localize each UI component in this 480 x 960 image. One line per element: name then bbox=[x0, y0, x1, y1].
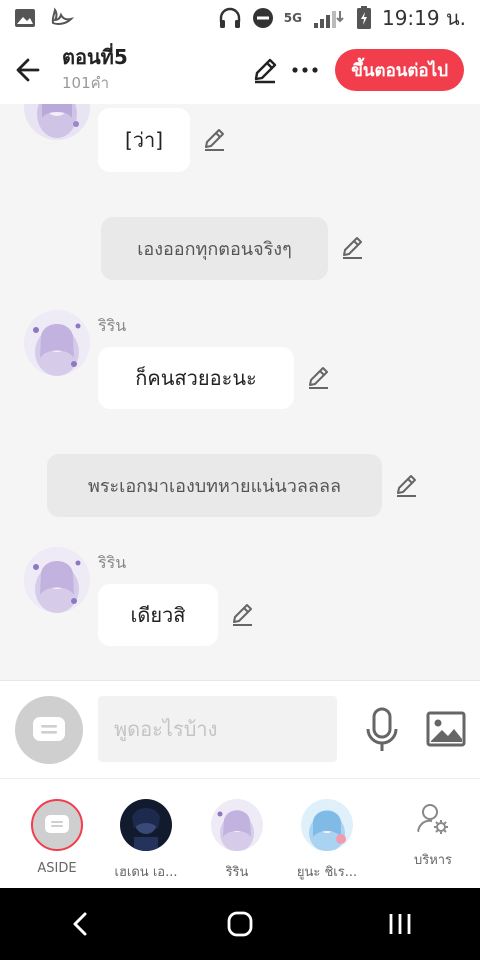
avatar-image bbox=[24, 310, 90, 376]
avatar-image bbox=[120, 799, 172, 851]
character-name: ASIDE bbox=[37, 861, 77, 876]
headphones-icon bbox=[219, 7, 240, 28]
sender-name: ริริน bbox=[98, 316, 127, 335]
character-yuna[interactable]: ยูนะ ชิเร... bbox=[282, 799, 372, 882]
edit-message-icon[interactable] bbox=[202, 126, 228, 152]
nav-back-button[interactable] bbox=[40, 894, 120, 954]
aside-toggle-button[interactable] bbox=[15, 696, 83, 764]
network-type: 5G bbox=[283, 11, 302, 25]
avatar-image bbox=[211, 799, 263, 851]
message-text: เดียวสิ bbox=[130, 603, 186, 627]
image-icon[interactable] bbox=[426, 711, 466, 747]
battery-icon bbox=[356, 6, 371, 29]
aside-text: พระเอกมาเองบทหายแน่นวลลลล bbox=[87, 476, 342, 497]
more-options-button[interactable] bbox=[285, 50, 325, 90]
do-not-disturb-icon bbox=[252, 8, 273, 28]
gallery-icon bbox=[15, 9, 35, 27]
aside-avatar bbox=[31, 799, 83, 851]
aside-icon bbox=[33, 717, 65, 741]
nav-recents-button[interactable] bbox=[360, 894, 440, 954]
message-bubble[interactable]: เดียวสิ bbox=[98, 584, 218, 646]
character-name: เฮเดน เอ... bbox=[114, 865, 178, 880]
character-aside[interactable]: ASIDE bbox=[12, 799, 102, 876]
chat-area[interactable]: [ว่า] เองออกทุกตอนจริงๆ ริริน ก็คนสวยอะน… bbox=[0, 104, 480, 680]
avatar-image bbox=[24, 104, 90, 140]
home-circle-icon bbox=[227, 911, 253, 937]
chevron-left-icon bbox=[73, 912, 87, 936]
manage-characters-button[interactable]: บริหาร bbox=[388, 799, 478, 870]
avatar-image bbox=[301, 799, 353, 851]
avatar[interactable] bbox=[24, 310, 90, 376]
message-bubble[interactable]: [ว่า] bbox=[98, 108, 190, 172]
message-text: ก็คนสวยอะนะ bbox=[135, 366, 257, 390]
aside-text: เองออกทุกตอนจริงๆ bbox=[137, 239, 292, 260]
aside-bubble[interactable]: เองออกทุกตอนจริงๆ bbox=[101, 217, 328, 280]
nav-home-button[interactable] bbox=[200, 894, 280, 954]
avatar bbox=[211, 799, 263, 851]
message-input[interactable] bbox=[98, 696, 337, 762]
character-haden[interactable]: เฮเดน เอ... bbox=[101, 799, 191, 882]
character-bar: ASIDE เฮเดน เอ... ริริน ยูนะ ชิเร... บริ… bbox=[0, 778, 480, 888]
message-text: [ว่า] bbox=[124, 128, 164, 152]
title-block: ตอนที่5 101คำ bbox=[56, 45, 245, 95]
avatar-image bbox=[24, 547, 90, 613]
edit-title-button[interactable] bbox=[245, 50, 285, 90]
aside-bubble[interactable]: พระเอกมาเองบทหายแน่นวลลลล bbox=[47, 454, 382, 517]
avatar bbox=[301, 799, 353, 851]
header: ตอนที่5 101คำ ขึ้นตอนต่อไป bbox=[0, 36, 480, 104]
edit-message-icon[interactable] bbox=[340, 234, 366, 260]
more-horizontal-icon bbox=[292, 67, 318, 73]
avatar bbox=[120, 799, 172, 851]
microphone-icon[interactable] bbox=[362, 707, 402, 753]
clock: 19:19 น. bbox=[381, 6, 466, 30]
bird-app-icon bbox=[51, 7, 74, 25]
word-count: 101คำ bbox=[62, 74, 110, 92]
manage-icon-wrap bbox=[413, 799, 453, 839]
edit-message-icon[interactable] bbox=[306, 364, 332, 390]
character-name: ริริน bbox=[225, 865, 249, 880]
avatar[interactable] bbox=[24, 547, 90, 613]
aside-icon bbox=[45, 815, 69, 833]
manage-characters-icon bbox=[417, 804, 448, 834]
input-bar bbox=[0, 680, 480, 778]
status-bar: 5G 19:19 น. bbox=[0, 0, 480, 36]
avatar[interactable] bbox=[24, 104, 90, 140]
arrow-left-icon bbox=[16, 58, 40, 82]
message-bubble[interactable]: ก็คนสวยอะนะ bbox=[98, 347, 294, 409]
episode-title: ตอนที่5 bbox=[62, 45, 128, 69]
recents-icon bbox=[389, 914, 411, 934]
edit-message-icon[interactable] bbox=[394, 472, 420, 498]
back-button[interactable] bbox=[0, 36, 56, 104]
character-name: บริหาร bbox=[413, 853, 453, 868]
edit-message-icon[interactable] bbox=[230, 601, 256, 627]
system-nav-bar bbox=[0, 888, 480, 960]
character-name: ยูนะ ชิเร... bbox=[296, 865, 358, 880]
next-episode-button[interactable]: ขึ้นตอนต่อไป bbox=[335, 49, 464, 91]
sender-name: ริริน bbox=[98, 553, 127, 572]
character-ririn[interactable]: ริริน bbox=[192, 799, 282, 882]
signal-icon bbox=[313, 11, 344, 28]
pencil-icon bbox=[255, 58, 277, 84]
